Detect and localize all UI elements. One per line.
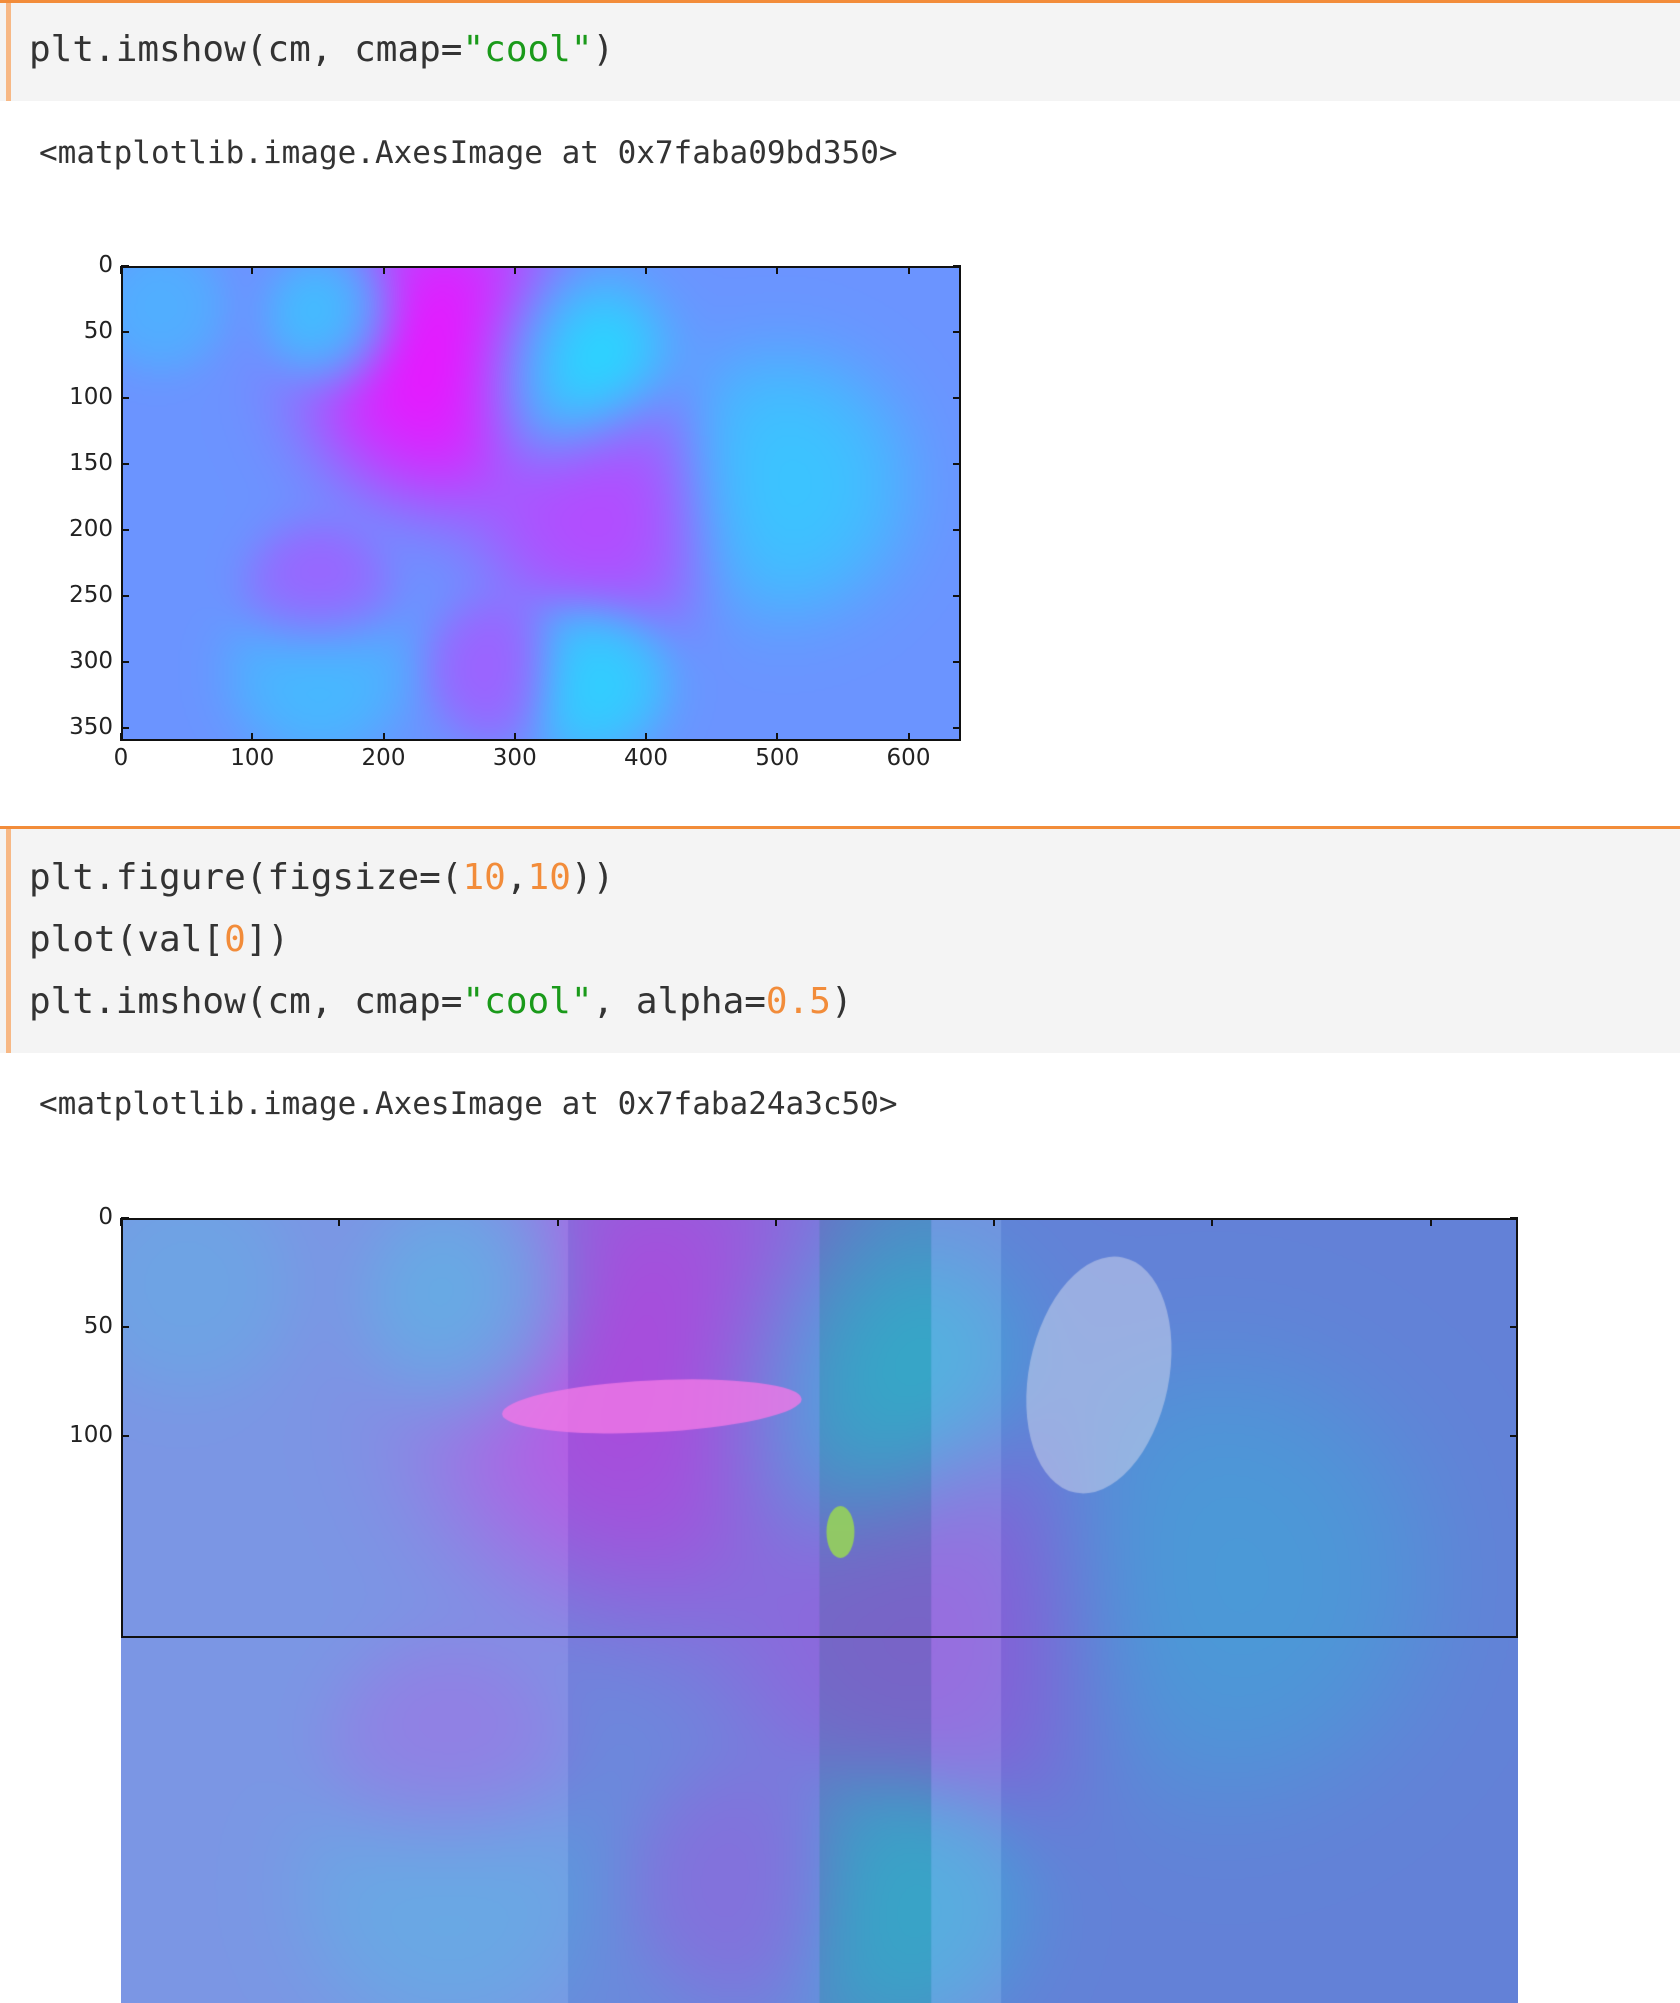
y-tick (121, 726, 129, 729)
x-tick-label: 300 (492, 745, 537, 771)
x-tick (907, 266, 910, 274)
x-tick (120, 1218, 122, 1226)
output-text: <matplotlib.image.AxesImage at 0x7faba09… (39, 135, 898, 171)
y-tick (953, 396, 961, 399)
y-tick-label: 50 (83, 317, 113, 344)
code-string: "cool" (462, 981, 593, 1022)
y-tick (121, 1217, 129, 1219)
y-tick (121, 528, 129, 531)
code-text: plt.imshow(cm, cmap= (29, 981, 463, 1022)
y-tick (953, 726, 961, 729)
y-tick (121, 462, 129, 465)
x-tick (556, 1218, 559, 1226)
y-tick (121, 594, 129, 597)
y-tick (1510, 1435, 1518, 1437)
y-tick (1510, 1326, 1518, 1328)
code-text: ) (830, 981, 853, 1022)
y-tick (1510, 1217, 1518, 1219)
x-tick (645, 733, 647, 741)
y-tick (121, 396, 129, 399)
y-tick-label: 50 (83, 1313, 113, 1339)
code-cell-2[interactable]: plt.figure(figsize=(10,10)) plot(val[0])… (0, 829, 1680, 1053)
x-tick (513, 733, 516, 741)
y-tick-label: 0 (98, 252, 113, 278)
code-text: , (505, 857, 528, 898)
x-tick (776, 733, 779, 741)
x-tick (993, 1218, 996, 1226)
code-line[interactable]: plt.imshow(cm, cmap="cool") (29, 30, 614, 70)
y-tick-label: 150 (69, 449, 113, 476)
code-text: plt.figure(figsize=( (29, 857, 463, 898)
x-tick (774, 1218, 777, 1226)
x-tick (251, 266, 254, 274)
cell1-selection-bar (6, 3, 11, 101)
x-tick (1429, 1218, 1432, 1226)
x-tick (251, 733, 254, 741)
y-tick (953, 660, 961, 663)
y-tick (953, 462, 961, 465)
y-tick (953, 330, 961, 333)
x-tick-label: 0 (113, 745, 129, 771)
code-line[interactable]: plot(val[0]) (29, 920, 289, 960)
y-tick-label: 0 (98, 1204, 113, 1230)
code-text: plot(val[ (29, 919, 225, 960)
code-line[interactable]: plt.figure(figsize=(10,10)) (29, 858, 614, 898)
output-text: <matplotlib.image.AxesImage at 0x7faba24… (39, 1086, 898, 1122)
x-tick (120, 266, 122, 274)
x-tick (120, 733, 122, 741)
code-text: ) (592, 29, 615, 70)
y-tick-label: 100 (69, 1422, 113, 1448)
y-tick-label: 250 (69, 581, 113, 608)
x-tick (513, 266, 516, 274)
y-tick (953, 594, 961, 597)
y-tick (121, 1435, 129, 1437)
x-tick (1211, 1218, 1214, 1226)
heatmap-plot: 0 50 100 150 200 250 300 350 0 100 200 300 400 500 600 (0, 240, 980, 780)
code-text: , alpha= (592, 981, 766, 1022)
x-tick (338, 1218, 341, 1226)
code-text: plt.imshow(cm, cmap= (29, 29, 463, 70)
y-tick-label: 200 (69, 515, 113, 542)
y-tick-label: 350 (69, 713, 113, 740)
x-tick-label: 500 (755, 745, 800, 771)
overlay-heatmap-plot: 0 50 100 (0, 1200, 1680, 2003)
y-tick-label: 100 (69, 383, 113, 410)
y-tick (121, 330, 129, 333)
axes-frame (121, 266, 961, 741)
code-number: 0 (224, 919, 246, 960)
code-string: "cool" (462, 29, 593, 70)
code-number: 0.5 (765, 981, 831, 1022)
x-tick-label: 600 (886, 745, 931, 771)
cell2-selection-bar (6, 829, 11, 1053)
x-tick (776, 266, 779, 274)
x-tick (382, 733, 385, 741)
code-text: ]) (245, 919, 290, 960)
y-tick (121, 1326, 129, 1328)
code-number: 10 (462, 857, 506, 898)
x-tick (382, 266, 385, 274)
x-tick-label: 200 (361, 745, 406, 771)
y-tick (953, 528, 961, 531)
y-tick (121, 265, 129, 267)
y-tick-label: 300 (69, 647, 113, 674)
code-number: 10 (527, 857, 571, 898)
code-cell-1[interactable]: plt.imshow(cm, cmap="cool") (0, 3, 1680, 101)
x-tick-label: 100 (230, 745, 275, 771)
x-tick (645, 266, 647, 274)
x-tick (907, 733, 910, 741)
axes-frame (121, 1218, 1518, 1638)
x-tick-label: 400 (624, 745, 668, 771)
y-tick (953, 265, 961, 267)
y-tick (121, 660, 129, 663)
code-text: )) (570, 857, 615, 898)
code-line[interactable]: plt.imshow(cm, cmap="cool", alpha=0.5) (29, 982, 853, 1022)
